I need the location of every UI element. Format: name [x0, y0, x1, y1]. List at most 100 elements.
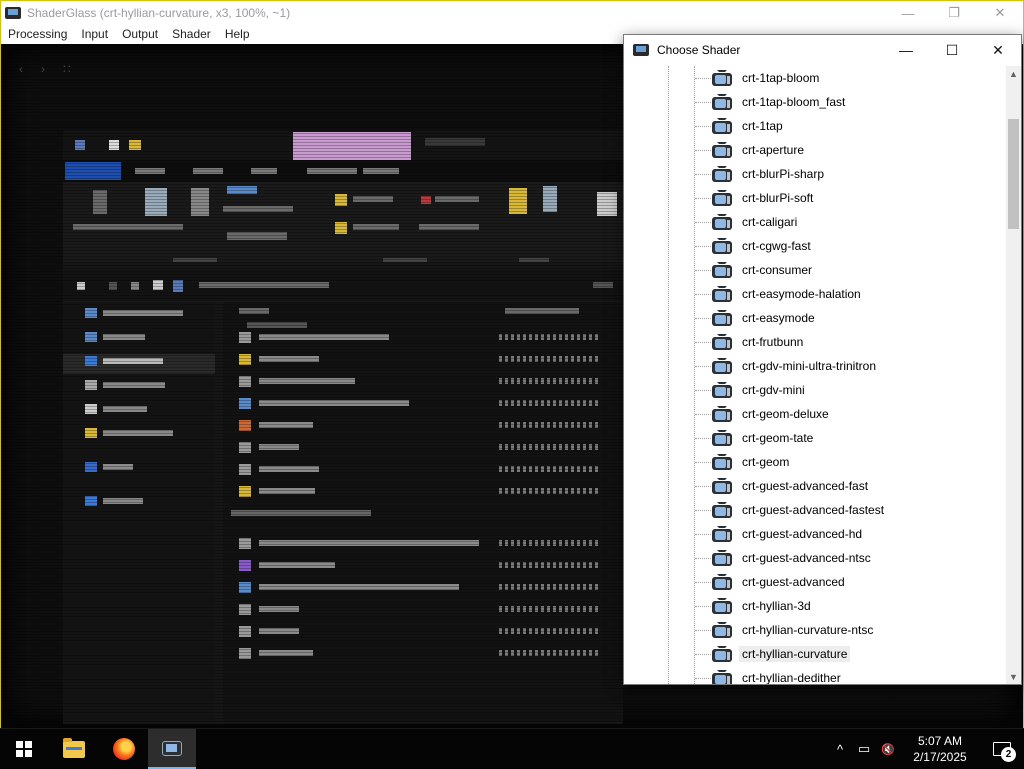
shader-item[interactable]: crt-guest-advanced	[695, 570, 848, 594]
tv-shader-icon	[711, 93, 733, 111]
tree-connector	[695, 149, 711, 151]
shader-item[interactable]: crt-guest-advanced-fastest	[695, 498, 887, 522]
shader-item[interactable]: crt-blurPi-sharp	[695, 162, 827, 186]
taskbar-shaderglass[interactable]	[148, 729, 196, 769]
shader-item-label: crt-gdv-mini-ultra-trinitron	[742, 359, 877, 373]
tree-connector	[695, 509, 711, 511]
tree-connector	[695, 101, 711, 103]
shader-item[interactable]: crt-cgwg-fast	[695, 234, 814, 258]
taskbar-file-explorer[interactable]	[50, 729, 98, 769]
shader-item[interactable]: crt-hyllian-curvature-ntsc	[695, 618, 876, 642]
tv-shader-icon	[711, 141, 733, 159]
network-icon[interactable]: ▭	[852, 741, 876, 757]
action-center-button[interactable]: 2	[980, 729, 1024, 769]
shader-item[interactable]: crt-frutbunn	[695, 330, 806, 354]
tv-shader-icon	[711, 645, 733, 663]
clock-date: 2/17/2025	[913, 750, 967, 764]
tree-connector	[695, 317, 711, 319]
shader-item[interactable]: crt-1tap	[695, 114, 786, 138]
shader-item[interactable]: crt-geom-tate	[695, 426, 816, 450]
shader-item[interactable]: crt-blurPi-soft	[695, 186, 816, 210]
scrollbar-thumb[interactable]	[1008, 119, 1019, 229]
shader-item-label: crt-hyllian-dedither	[742, 671, 841, 684]
tv-shader-icon	[711, 69, 733, 87]
main-titlebar[interactable]: ShaderGlass (crt-hyllian-curvature, x3, …	[1, 1, 1023, 25]
clock[interactable]: 5:07 AM 2/17/2025	[900, 733, 980, 765]
shader-item[interactable]: crt-gdv-mini	[695, 378, 808, 402]
tray-overflow-chevron-icon[interactable]: ^	[828, 742, 852, 757]
taskbar: ^ ▭ 🔇 5:07 AM 2/17/2025 2	[0, 728, 1024, 769]
explorer-ribbon-tabs	[63, 160, 623, 182]
shader-item-label: crt-geom	[742, 455, 790, 469]
shader-item-label: crt-blurPi-sharp	[742, 167, 825, 181]
back-arrow-icon: ‹	[19, 62, 23, 76]
restore-button[interactable]: ❐	[931, 1, 977, 25]
taskbar-firefox[interactable]	[100, 729, 148, 769]
shader-item[interactable]: crt-hyllian-curvature	[695, 642, 851, 666]
shader-item[interactable]: crt-geom	[695, 450, 792, 474]
dialog-titlebar[interactable]: Choose Shader — ☐ ✕	[624, 35, 1021, 65]
explorer-navigation-pane	[63, 302, 215, 722]
explorer-file-list	[223, 302, 623, 722]
explorer-top	[63, 130, 623, 160]
tv-shader-icon	[711, 117, 733, 135]
shader-item[interactable]: crt-gdv-mini-ultra-trinitron	[695, 354, 879, 378]
minimize-button[interactable]: —	[885, 1, 931, 25]
scroll-down-arrow-icon[interactable]: ▼	[1006, 669, 1021, 684]
dialog-maximize-button[interactable]: ☐	[929, 35, 975, 65]
start-button[interactable]	[0, 729, 48, 769]
shader-item[interactable]: crt-aperture	[695, 138, 807, 162]
shader-item[interactable]: crt-easymode-halation	[695, 282, 864, 306]
menu-shader[interactable]: Shader	[165, 25, 218, 44]
forward-arrow-icon: ›	[41, 62, 45, 76]
scroll-up-arrow-icon[interactable]: ▲	[1006, 66, 1021, 81]
volume-muted-icon[interactable]: 🔇	[876, 743, 900, 756]
shader-item[interactable]: crt-caligari	[695, 210, 800, 234]
close-button[interactable]: ✕	[977, 1, 1023, 25]
tv-shader-icon	[711, 621, 733, 639]
tree-scrollbar[interactable]: ▲ ▼	[1006, 66, 1021, 684]
menu-processing[interactable]: Processing	[1, 25, 74, 44]
menu-output[interactable]: Output	[115, 25, 165, 44]
tv-shader-icon	[711, 453, 733, 471]
crt-file-explorer-image	[63, 130, 623, 724]
shader-item-label: crt-geom-deluxe	[742, 407, 829, 421]
tv-shader-icon	[711, 165, 733, 183]
shader-item[interactable]: crt-hyllian-dedither	[695, 666, 844, 684]
tree-connector	[695, 389, 711, 391]
shader-item[interactable]: crt-1tap-bloom_fast	[695, 90, 848, 114]
tree-connector	[695, 677, 711, 679]
tv-shader-icon	[711, 405, 733, 423]
tv-shader-icon	[711, 525, 733, 543]
tree-connector	[695, 533, 711, 535]
shader-item[interactable]: crt-guest-advanced-ntsc	[695, 546, 874, 570]
shader-item-label: crt-consumer	[742, 263, 813, 277]
tree-connector	[695, 437, 711, 439]
shader-item-label: crt-1tap-bloom	[742, 71, 820, 85]
tv-shader-icon	[711, 381, 733, 399]
tree-connector	[695, 461, 711, 463]
tree-guide-line	[668, 66, 669, 684]
shader-item[interactable]: crt-guest-advanced-hd	[695, 522, 865, 546]
tv-shader-icon	[711, 501, 733, 519]
dialog-close-button[interactable]: ✕	[975, 35, 1021, 65]
tree-connector	[695, 485, 711, 487]
dialog-title: Choose Shader	[657, 43, 741, 57]
dialog-minimize-button[interactable]: —	[883, 35, 929, 65]
tv-shader-icon	[711, 237, 733, 255]
shader-tree[interactable]: crt-1tap-bloom crt-1tap-bloom_fast crt-1ta…	[625, 66, 1006, 684]
windows-logo-icon	[16, 741, 32, 757]
menu-input[interactable]: Input	[74, 25, 115, 44]
shaderglass-app-icon	[5, 7, 21, 19]
shader-item[interactable]: crt-geom-deluxe	[695, 402, 832, 426]
shader-item[interactable]: crt-easymode	[695, 306, 818, 330]
shader-item[interactable]: crt-1tap-bloom	[695, 66, 822, 90]
file-explorer-icon	[63, 737, 85, 758]
menu-help[interactable]: Help	[218, 25, 257, 44]
notification-count: 2	[1001, 747, 1016, 762]
shader-item[interactable]: crt-consumer	[695, 258, 815, 282]
system-tray: ^ ▭ 🔇 5:07 AM 2/17/2025 2	[828, 729, 1024, 769]
shader-item[interactable]: crt-hyllian-3d	[695, 594, 814, 618]
shader-item[interactable]: crt-guest-advanced-fast	[695, 474, 871, 498]
explorer-address-bar	[63, 270, 623, 302]
